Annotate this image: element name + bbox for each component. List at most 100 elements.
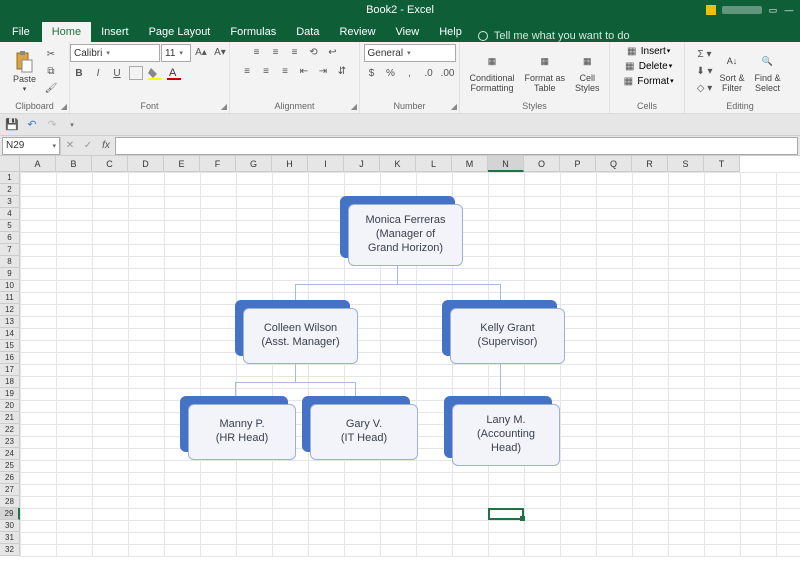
col-header-M[interactable]: M [452,156,488,172]
alignment-launcher[interactable]: ◢ [351,102,357,111]
row-header-14[interactable]: 14 [0,328,20,340]
row-header-18[interactable]: 18 [0,376,20,388]
format-cells[interactable]: Format [637,76,669,87]
row-header-28[interactable]: 28 [0,496,20,508]
row-header-31[interactable]: 31 [0,532,20,544]
user-badge[interactable] [706,5,716,15]
col-header-F[interactable]: F [200,156,236,172]
find-select[interactable]: 🔍Find & Select [751,48,785,95]
row-header-8[interactable]: 8 [0,256,20,268]
row-header-15[interactable]: 15 [0,340,20,352]
col-header-Q[interactable]: Q [596,156,632,172]
tab-view[interactable]: View [386,22,430,42]
row-header-24[interactable]: 24 [0,448,20,460]
fill-handle[interactable] [520,516,525,521]
row-header-20[interactable]: 20 [0,400,20,412]
number-format-combo[interactable]: General▾ [364,44,456,62]
fill[interactable]: ⬇ ▾ [695,64,713,80]
col-header-R[interactable]: R [632,156,668,172]
decrease-indent[interactable]: ⇤ [295,63,313,79]
merge-center[interactable]: ⇵ [333,63,351,79]
border-button[interactable] [127,65,145,81]
font-color-button[interactable]: A [165,65,183,81]
increase-decimal[interactable]: .0 [420,65,438,81]
tell-me[interactable]: Tell me what you want to do [478,30,630,42]
row-header-12[interactable]: 12 [0,304,20,316]
format-as-table[interactable]: ▦Format as Table [521,48,570,95]
italic-button[interactable]: I [89,65,107,81]
qat-customize[interactable]: ▾ [64,117,80,133]
col-header-A[interactable]: A [20,156,56,172]
col-header-I[interactable]: I [308,156,344,172]
formula-input[interactable] [115,137,798,155]
align-right[interactable]: ≡ [276,63,294,79]
org-chart[interactable]: Monica Ferreras (Manager of Grand Horizo… [180,196,680,506]
percent-format[interactable]: % [382,65,400,81]
row-header-21[interactable]: 21 [0,412,20,424]
wrap-text[interactable]: ↩ [324,44,342,60]
paste-button[interactable]: Paste ▾ [9,49,40,95]
col-header-S[interactable]: S [668,156,704,172]
org-node-b2[interactable]: Gary V. (IT Head) [302,396,410,452]
align-bottom[interactable]: ≡ [286,44,304,60]
row-header-11[interactable]: 11 [0,292,20,304]
col-header-G[interactable]: G [236,156,272,172]
tab-page-layout[interactable]: Page Layout [139,22,221,42]
row-header-25[interactable]: 25 [0,460,20,472]
row-header-6[interactable]: 6 [0,232,20,244]
ribbon-display-icon[interactable]: ▭ [768,5,778,15]
col-header-D[interactable]: D [128,156,164,172]
org-node-b1[interactable]: Manny P. (HR Head) [180,396,288,452]
decrease-decimal[interactable]: .00 [439,65,457,81]
row-header-16[interactable]: 16 [0,352,20,364]
row-header-9[interactable]: 9 [0,268,20,280]
align-center[interactable]: ≡ [257,63,275,79]
col-header-H[interactable]: H [272,156,308,172]
row-header-29[interactable]: 29 [0,508,20,520]
select-all-corner[interactable] [0,156,20,172]
shrink-font[interactable]: A▾ [211,44,229,60]
tab-file[interactable]: File [0,22,42,42]
row-header-27[interactable]: 27 [0,484,20,496]
increase-indent[interactable]: ⇥ [314,63,332,79]
row-header-32[interactable]: 32 [0,544,20,556]
row-header-23[interactable]: 23 [0,436,20,448]
row-header-5[interactable]: 5 [0,220,20,232]
insert-cells[interactable]: Insert [641,46,666,57]
name-box[interactable]: N29▾ [2,137,60,155]
row-header-10[interactable]: 10 [0,280,20,292]
align-top[interactable]: ≡ [248,44,266,60]
accounting-format[interactable]: $ [363,65,381,81]
org-node-m1[interactable]: Colleen Wilson (Asst. Manager) [235,300,350,356]
row-header-30[interactable]: 30 [0,520,20,532]
format-painter-button[interactable]: 🖌 [42,81,60,97]
row-header-1[interactable]: 1 [0,172,20,184]
orientation[interactable]: ⟲ [305,44,323,60]
tab-home[interactable]: Home [42,22,91,42]
tab-formulas[interactable]: Formulas [220,22,286,42]
row-header-13[interactable]: 13 [0,316,20,328]
align-left[interactable]: ≡ [238,63,256,79]
tab-help[interactable]: Help [429,22,472,42]
org-node-top[interactable]: Monica Ferreras (Manager of Grand Horizo… [340,196,455,258]
tab-data[interactable]: Data [286,22,329,42]
user-name[interactable] [722,6,762,14]
col-header-J[interactable]: J [344,156,380,172]
row-header-3[interactable]: 3 [0,196,20,208]
col-header-E[interactable]: E [164,156,200,172]
org-node-m2[interactable]: Kelly Grant (Supervisor) [442,300,557,356]
font-name-combo[interactable]: Calibri▾ [70,44,160,62]
font-size-combo[interactable]: 11▾ [161,44,191,62]
underline-button[interactable]: U [108,65,126,81]
col-header-C[interactable]: C [92,156,128,172]
minimize-icon[interactable]: — [784,5,794,15]
col-header-N[interactable]: N [488,156,524,172]
grow-font[interactable]: A▴ [192,44,210,60]
clipboard-launcher[interactable]: ◢ [61,102,67,111]
col-header-B[interactable]: B [56,156,92,172]
col-header-L[interactable]: L [416,156,452,172]
col-header-P[interactable]: P [560,156,596,172]
fx-icon[interactable]: fx [97,140,115,151]
undo-icon[interactable]: ↶ [24,117,40,133]
worksheet[interactable]: ABCDEFGHIJKLMNOPQRST 1234567891011121314… [0,156,800,557]
